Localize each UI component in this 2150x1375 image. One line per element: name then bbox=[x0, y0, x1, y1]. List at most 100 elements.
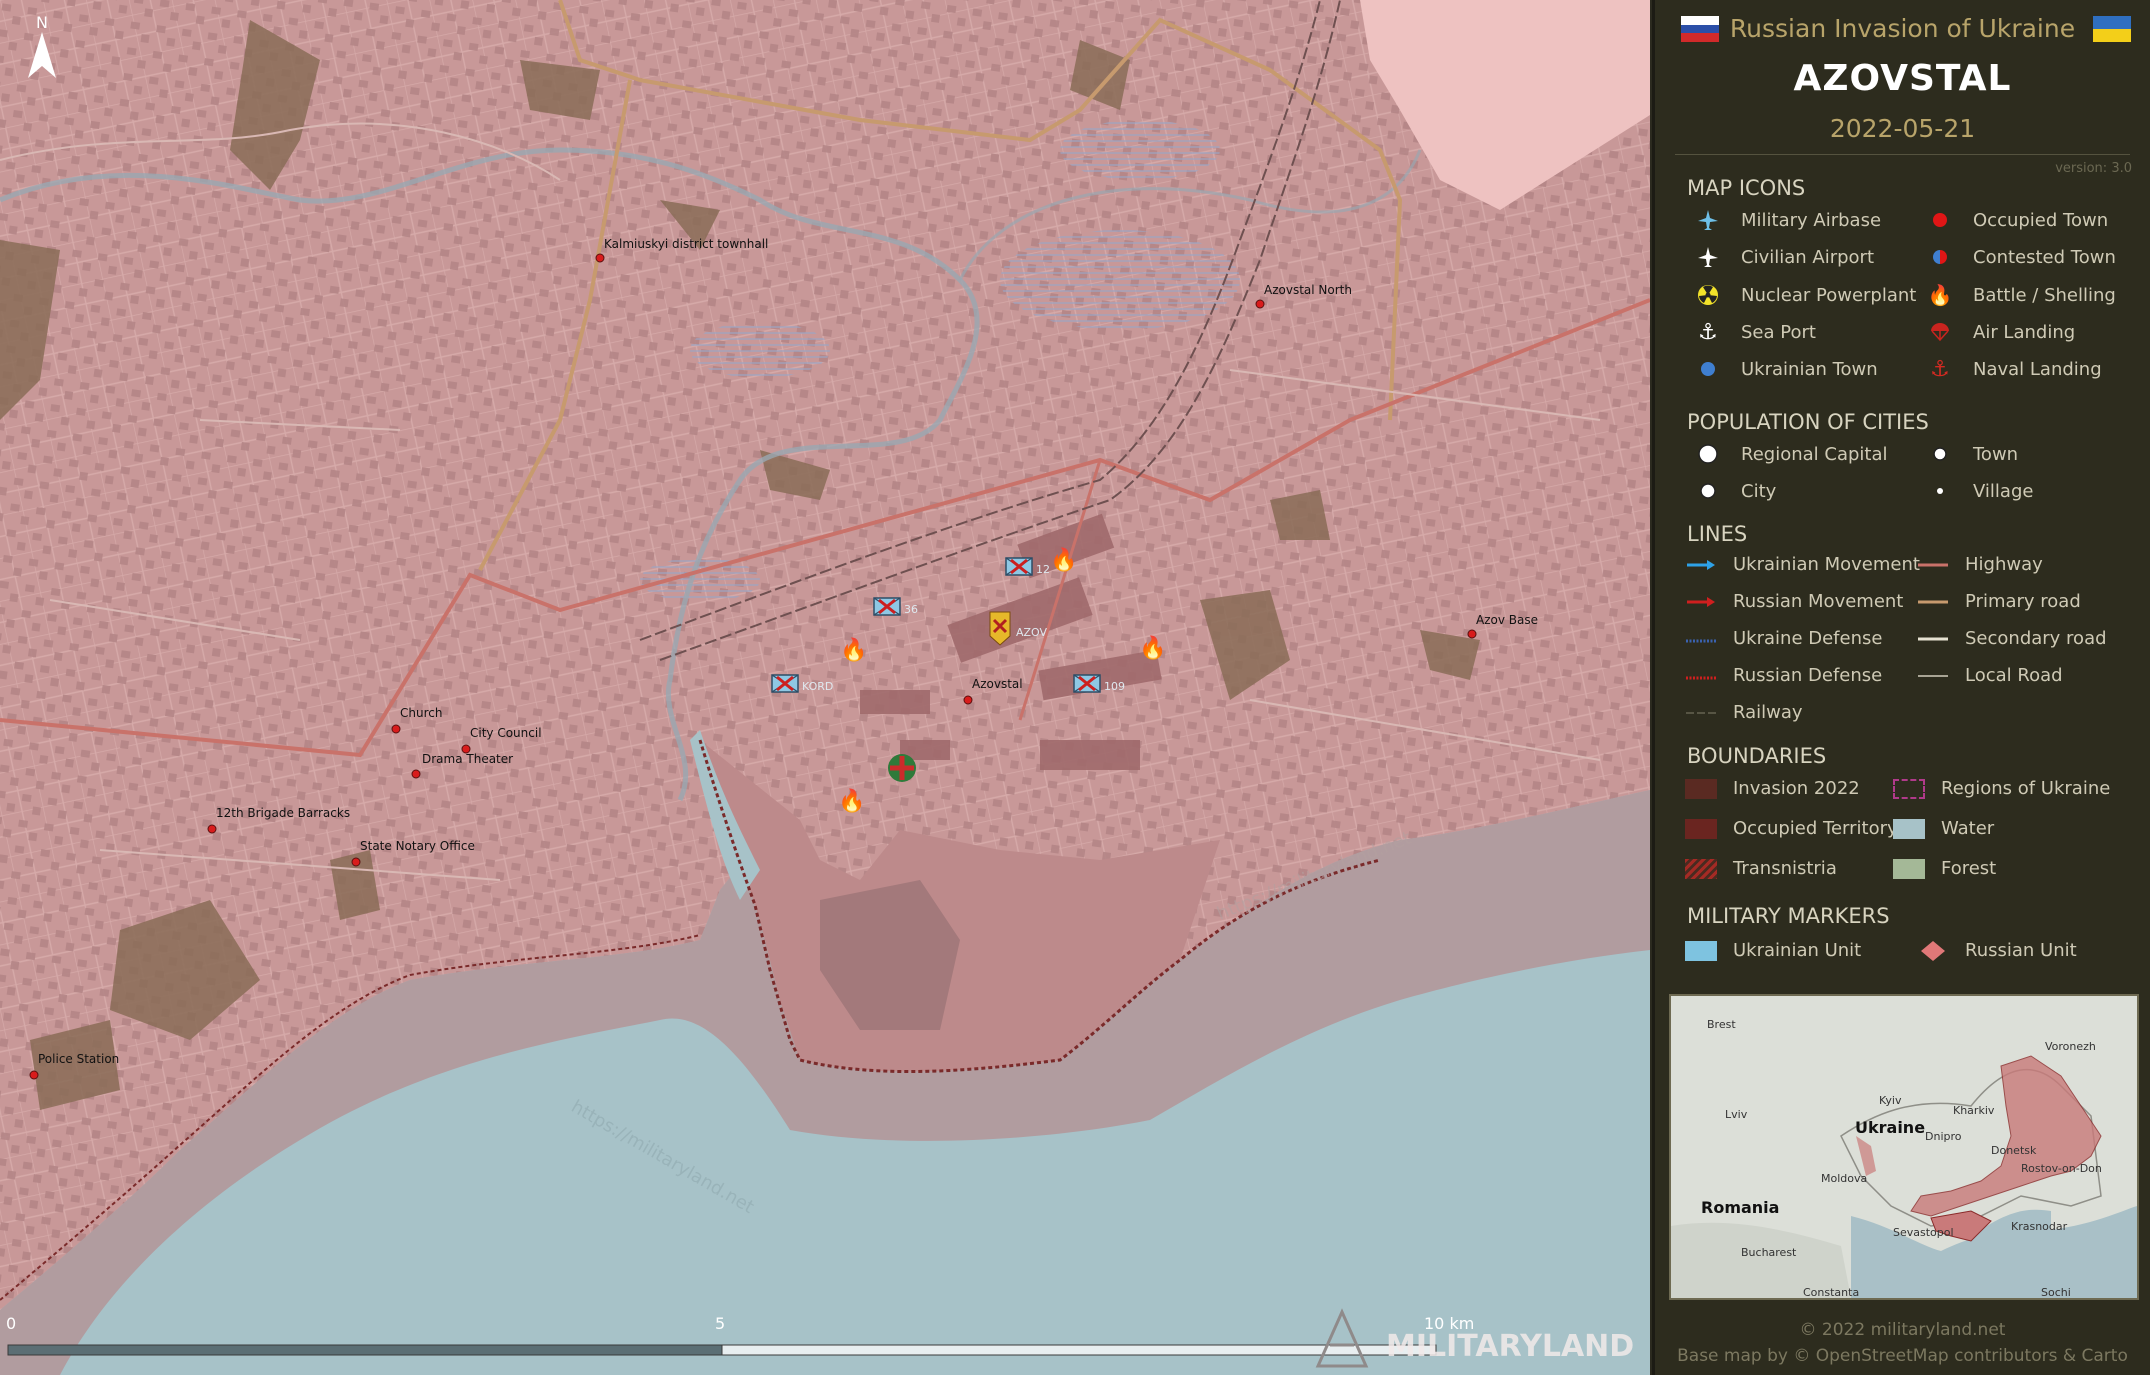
legend-label: Transnistria bbox=[1733, 858, 1837, 879]
town-icon bbox=[1933, 447, 1947, 461]
occupied-town-marker[interactable] bbox=[351, 857, 361, 867]
legend-village: Village bbox=[1925, 479, 2033, 503]
inset-place-label: Dnipro bbox=[1925, 1130, 1962, 1143]
legend-label: Local Road bbox=[1965, 665, 2063, 686]
regional-capital-icon bbox=[1698, 444, 1718, 464]
legend-label: Occupied Town bbox=[1973, 209, 2109, 231]
nuclear-powerplant-icon bbox=[1698, 285, 1718, 305]
legend-occupied-territory: Occupied Territory bbox=[1685, 818, 1898, 839]
legend-label: Ukrainian Town bbox=[1741, 358, 1878, 380]
invasion-2022-swatch bbox=[1685, 778, 1717, 799]
legend-ukrainian-unit: Ukrainian Unit bbox=[1685, 940, 1861, 961]
occupied-town-marker[interactable] bbox=[29, 1070, 39, 1080]
inset-place-label: Krasnodar bbox=[2011, 1220, 2068, 1233]
inset-place-label: Bucharest bbox=[1741, 1246, 1797, 1259]
legend-label: Contested Town bbox=[1973, 246, 2116, 268]
place-label: Police Station bbox=[38, 1052, 119, 1066]
occupied-town-marker[interactable] bbox=[963, 695, 973, 705]
legend-primary-road: Primary road bbox=[1917, 591, 2081, 612]
legend-label: Town bbox=[1973, 443, 2019, 465]
inset-place-label: Constanta bbox=[1803, 1286, 1860, 1299]
inset-place-label: Brest bbox=[1707, 1018, 1736, 1031]
place-label: 12th Brigade Barracks bbox=[216, 806, 350, 820]
legend-naval-landing: ⚓ Naval Landing bbox=[1925, 356, 2102, 382]
legend-city: City bbox=[1693, 479, 1776, 503]
legend-battle-shelling: 🔥 Battle / Shelling bbox=[1925, 283, 2116, 307]
unit-label: AZOV bbox=[1016, 626, 1048, 639]
legend-panel: Russian Invasion of Ukraine AZOVSTAL 202… bbox=[1652, 0, 2150, 1375]
contested-town-icon bbox=[1933, 250, 1947, 264]
russian-movement-line bbox=[1687, 596, 1715, 607]
legend-label: Civilian Airport bbox=[1741, 246, 1874, 268]
ukrainian-movement-line bbox=[1687, 559, 1715, 570]
legend-air-landing: Air Landing bbox=[1925, 320, 2075, 344]
legend-label: Ukrainian Unit bbox=[1733, 940, 1862, 961]
legend-regions-of-ukraine: Regions of Ukraine bbox=[1893, 778, 2110, 799]
secondary-road-line bbox=[1918, 637, 1948, 640]
primary-road-line bbox=[1918, 600, 1948, 603]
legend-invasion-2022: Invasion 2022 bbox=[1685, 778, 1860, 799]
place-label: Kalmiuskyi district townhall bbox=[604, 237, 768, 251]
legend-label: Ukraine Defense bbox=[1733, 628, 1883, 649]
occupied-town-marker[interactable] bbox=[1255, 299, 1265, 309]
legend-label: Regional Capital bbox=[1741, 443, 1888, 465]
legend-regional-capital: Regional Capital bbox=[1693, 442, 1888, 466]
legend-ukrainian-town: Ukrainian Town bbox=[1693, 357, 1878, 381]
population-heading: POPULATION OF CITIES bbox=[1687, 410, 1929, 434]
legend-highway: Highway bbox=[1917, 554, 2043, 575]
inset-place-label: Kyiv bbox=[1879, 1094, 1902, 1107]
city-icon bbox=[1700, 483, 1716, 499]
version-label: version: 3.0 bbox=[2055, 161, 2132, 176]
place-label: Azovstal bbox=[972, 677, 1023, 691]
occupied-town-marker[interactable] bbox=[391, 724, 401, 734]
railway-line bbox=[1686, 711, 1716, 714]
occupied-town-marker[interactable] bbox=[595, 253, 605, 263]
legend-nuclear-powerplant: Nuclear Powerplant bbox=[1693, 283, 1916, 307]
inset-place-label: Moldova bbox=[1821, 1172, 1868, 1185]
inset-place-label: Romania bbox=[1701, 1198, 1780, 1217]
inset-place-label: Sochi bbox=[2041, 1286, 2071, 1299]
occupied-town-marker[interactable] bbox=[411, 769, 421, 779]
unit-label: 36 bbox=[904, 603, 918, 616]
map-icons-heading: MAP ICONS bbox=[1687, 176, 1806, 200]
legend-label: Regions of Ukraine bbox=[1941, 778, 2111, 799]
forest-swatch bbox=[1893, 858, 1925, 879]
place-label: City Council bbox=[470, 726, 542, 740]
legend-russian-movement: Russian Movement bbox=[1685, 591, 1903, 612]
fire-icon: 🔥 bbox=[1927, 283, 1953, 307]
header-title: Russian Invasion of Ukraine bbox=[1729, 14, 2076, 43]
ukrainian-town-icon bbox=[1701, 362, 1715, 376]
occupied-town-marker[interactable] bbox=[207, 824, 217, 834]
legend-railway: Railway bbox=[1685, 702, 1803, 723]
legend-label: Battle / Shelling bbox=[1973, 284, 2116, 306]
transnistria-swatch bbox=[1685, 858, 1717, 879]
occupied-town-marker[interactable] bbox=[1467, 629, 1477, 639]
map-area[interactable]: Kalmiuskyi district townhall Azovstal Nor… bbox=[0, 0, 1650, 1375]
russian-unit-swatch bbox=[1921, 940, 1945, 961]
inset-place-label: Ukraine bbox=[1855, 1118, 1926, 1137]
place-label: State Notary Office bbox=[360, 839, 475, 853]
legend-contested-town: Contested Town bbox=[1925, 245, 2116, 269]
anchor-icon: ⚓ bbox=[1698, 319, 1718, 345]
legend-label: Nuclear Powerplant bbox=[1741, 284, 1917, 306]
legend-label: Naval Landing bbox=[1973, 358, 2102, 380]
unit-label: 12 bbox=[1036, 563, 1050, 576]
brand-text: MILITARYLAND bbox=[1386, 1329, 1634, 1364]
place-label: Church bbox=[400, 706, 442, 720]
inset-place-label: Voronezh bbox=[2045, 1040, 2096, 1053]
fire-icon: 🔥 bbox=[1139, 635, 1166, 661]
occupied-town-icon bbox=[1933, 213, 1947, 227]
overview-inset-map[interactable]: Brest Voronezh Kyiv Kharkiv Lviv Ukraine Dnipr… bbox=[1669, 994, 2139, 1300]
boundaries-heading: BOUNDARIES bbox=[1687, 744, 1827, 768]
legend-label: Air Landing bbox=[1973, 321, 2076, 343]
highway-line bbox=[1918, 563, 1948, 566]
inset-place-label: Rostov-on-Don bbox=[2021, 1162, 2102, 1175]
legend-russian-unit: Russian Unit bbox=[1917, 940, 2077, 961]
scale-label-start: 0 bbox=[6, 1314, 16, 1333]
ukraine-defense-line bbox=[1686, 639, 1716, 642]
legend-label: Military Airbase bbox=[1741, 209, 1882, 231]
naval-anchor-icon: ⚓ bbox=[1930, 356, 1950, 382]
inset-place-label: Lviv bbox=[1725, 1108, 1748, 1121]
legend-label: Highway bbox=[1965, 554, 2043, 575]
legend-occupied-town: Occupied Town bbox=[1925, 208, 2108, 232]
